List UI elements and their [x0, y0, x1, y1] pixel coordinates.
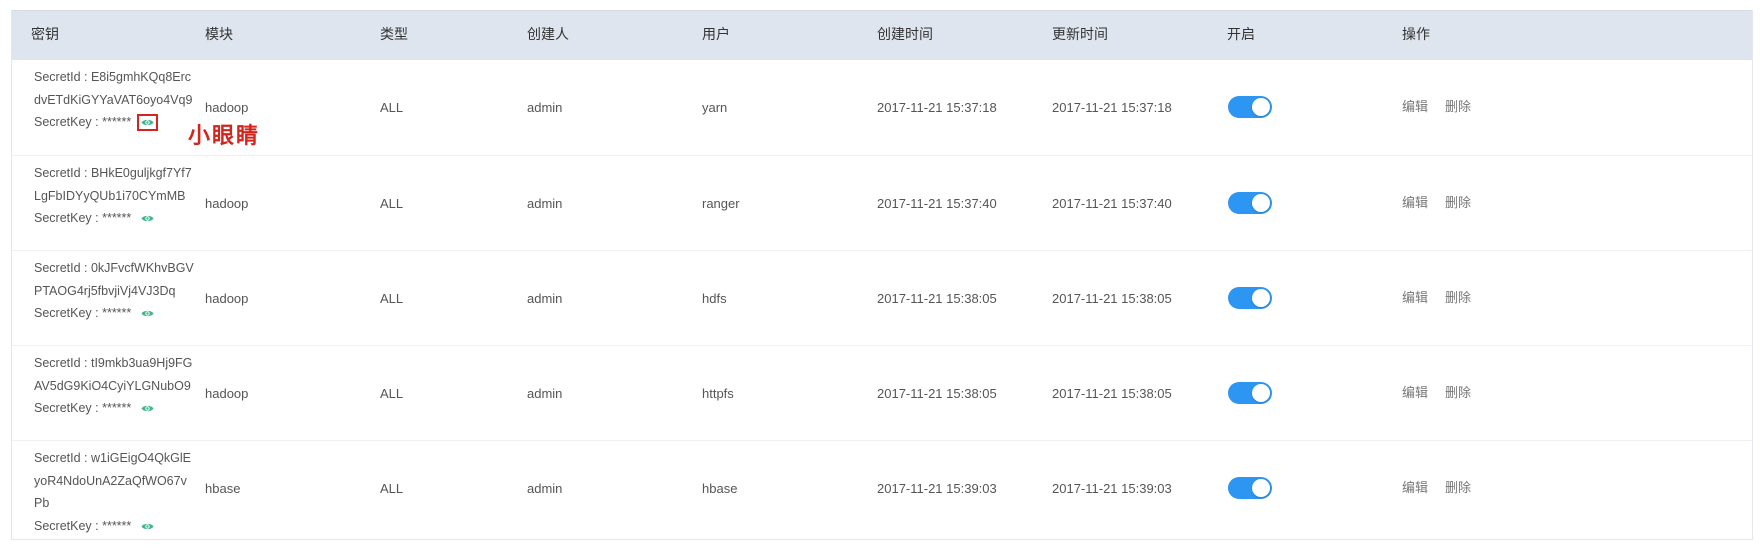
header-user: 用户: [702, 27, 730, 43]
table-row: SecretId : BHkE0guljkgf7Yf7LgFbIDYyQUb1i…: [12, 155, 1752, 250]
edit-button[interactable]: 编辑: [1402, 60, 1428, 155]
updated-time-cell: 2017-11-21 15:38:05: [1052, 291, 1172, 306]
secret-cell: SecretId : tI9mkb3ua9Hj9FGAV5dG9KiO4CyiY…: [34, 352, 194, 420]
user-cell: hbase: [702, 481, 738, 496]
user-cell: hdfs: [702, 291, 727, 306]
eye-icon-callout: 小眼睛: [188, 124, 261, 149]
updated-time-cell: 2017-11-21 15:37:40: [1052, 196, 1172, 211]
created-time-cell: 2017-11-21 15:38:05: [877, 291, 997, 306]
secret-key: SecretKey : ******: [34, 397, 194, 420]
table-row: SecretId : tI9mkb3ua9Hj9FGAV5dG9KiO4CyiY…: [12, 345, 1752, 440]
eye-icon[interactable]: [141, 522, 154, 531]
secret-id: SecretId : w1iGEigO4QkGlEyoR4NdoUnA2ZaQf…: [34, 451, 192, 510]
secret-cell: SecretId : E8i5gmhKQq8ErcdvETdKiGYYaVAT6…: [34, 66, 194, 134]
header-module: 模块: [205, 27, 233, 43]
secret-key-label: SecretKey : ******: [34, 115, 132, 129]
secret-key-label: SecretKey : ******: [34, 518, 132, 533]
secret-key-table: 密钥 模块 类型 创建人 用户 创建时间 更新时间 开启 操作 SecretId…: [11, 10, 1753, 540]
secret-cell: SecretId : BHkE0guljkgf7Yf7LgFbIDYyQUb1i…: [34, 162, 194, 230]
delete-button[interactable]: 删除: [1445, 346, 1471, 441]
header-creator: 创建人: [527, 27, 569, 43]
header-created-time: 创建时间: [877, 27, 933, 43]
user-cell: yarn: [702, 100, 728, 115]
type-cell: ALL: [380, 481, 404, 496]
secret-key-label: SecretKey : ******: [34, 211, 132, 225]
toggle-knob: [1252, 289, 1270, 307]
created-time-cell: 2017-11-21 15:37:18: [877, 100, 997, 115]
secret-cell: SecretId : w1iGEigO4QkGlEyoR4NdoUnA2ZaQf…: [34, 447, 194, 537]
secret-id: SecretId : E8i5gmhKQq8ErcdvETdKiGYYaVAT6…: [34, 70, 193, 107]
secret-key: SecretKey : ******: [34, 515, 194, 538]
secret-key: SecretKey : ******: [34, 302, 194, 325]
edit-button[interactable]: 编辑: [1402, 441, 1428, 536]
delete-button[interactable]: 删除: [1445, 441, 1471, 536]
header-secret: 密钥: [31, 27, 59, 43]
enable-toggle[interactable]: [1228, 192, 1272, 214]
module-cell: hadoop: [205, 196, 249, 211]
edit-button[interactable]: 编辑: [1402, 156, 1428, 251]
user-cell: httpfs: [702, 386, 734, 401]
module-cell: hbase: [205, 481, 241, 496]
creator-cell: admin: [527, 291, 563, 306]
type-cell: ALL: [380, 386, 404, 401]
header-enabled: 开启: [1227, 27, 1255, 43]
enable-toggle[interactable]: [1228, 477, 1272, 499]
secret-id: SecretId : 0kJFvcfWKhvBGVPTAOG4rj5fbvjiV…: [34, 261, 194, 298]
delete-button[interactable]: 删除: [1445, 60, 1471, 155]
table-header: 密钥 模块 类型 创建人 用户 创建时间 更新时间 开启 操作: [12, 10, 1752, 60]
toggle-knob: [1252, 98, 1270, 116]
enable-toggle[interactable]: [1228, 287, 1272, 309]
creator-cell: admin: [527, 100, 563, 115]
eye-icon[interactable]: [141, 404, 154, 413]
table-body: SecretId : E8i5gmhKQq8ErcdvETdKiGYYaVAT6…: [12, 60, 1752, 535]
type-cell: ALL: [380, 196, 404, 211]
type-cell: ALL: [380, 100, 404, 115]
type-cell: ALL: [380, 291, 404, 306]
created-time-cell: 2017-11-21 15:37:40: [877, 196, 997, 211]
header-actions: 操作: [1402, 27, 1430, 43]
delete-button[interactable]: 删除: [1445, 251, 1471, 346]
delete-button[interactable]: 删除: [1445, 156, 1471, 251]
updated-time-cell: 2017-11-21 15:38:05: [1052, 386, 1172, 401]
secret-key: SecretKey : ******: [34, 111, 194, 134]
created-time-cell: 2017-11-21 15:38:05: [877, 386, 997, 401]
creator-cell: admin: [527, 196, 563, 211]
enable-toggle[interactable]: [1228, 96, 1272, 118]
secret-id: SecretId : BHkE0guljkgf7Yf7LgFbIDYyQUb1i…: [34, 166, 192, 203]
user-cell: ranger: [702, 196, 740, 211]
created-time-cell: 2017-11-21 15:39:03: [877, 481, 997, 496]
edit-button[interactable]: 编辑: [1402, 251, 1428, 346]
secret-key: SecretKey : ******: [34, 207, 194, 230]
table-row: SecretId : E8i5gmhKQq8ErcdvETdKiGYYaVAT6…: [12, 60, 1752, 155]
toggle-knob: [1252, 194, 1270, 212]
header-updated-time: 更新时间: [1052, 27, 1108, 43]
secret-id: SecretId : tI9mkb3ua9Hj9FGAV5dG9KiO4CyiY…: [34, 356, 193, 393]
toggle-knob: [1252, 384, 1270, 402]
creator-cell: admin: [527, 386, 563, 401]
creator-cell: admin: [527, 481, 563, 496]
table-row: SecretId : w1iGEigO4QkGlEyoR4NdoUnA2ZaQf…: [12, 440, 1752, 535]
eye-icon[interactable]: [141, 214, 154, 223]
table-row: SecretId : 0kJFvcfWKhvBGVPTAOG4rj5fbvjiV…: [12, 250, 1752, 345]
module-cell: hadoop: [205, 291, 249, 306]
edit-button[interactable]: 编辑: [1402, 346, 1428, 441]
eye-icon[interactable]: [137, 114, 159, 132]
toggle-knob: [1252, 479, 1270, 497]
secret-key-label: SecretKey : ******: [34, 401, 132, 415]
enable-toggle[interactable]: [1228, 382, 1272, 404]
secret-key-label: SecretKey : ******: [34, 306, 132, 320]
module-cell: hadoop: [205, 386, 249, 401]
secret-cell: SecretId : 0kJFvcfWKhvBGVPTAOG4rj5fbvjiV…: [34, 257, 194, 325]
updated-time-cell: 2017-11-21 15:39:03: [1052, 481, 1172, 496]
header-type: 类型: [380, 27, 408, 43]
eye-icon[interactable]: [141, 309, 154, 318]
updated-time-cell: 2017-11-21 15:37:18: [1052, 100, 1172, 115]
